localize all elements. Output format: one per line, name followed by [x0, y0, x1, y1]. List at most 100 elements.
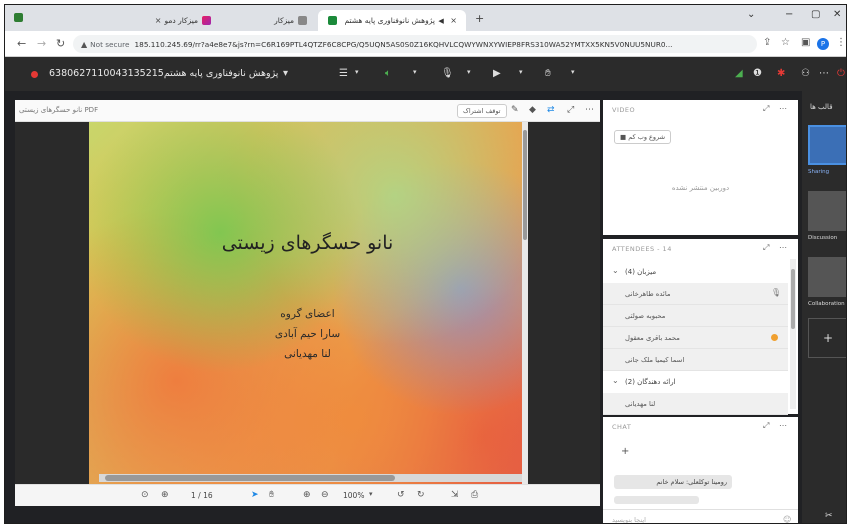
video-pod: VIDEO ⤢ ⋯ شروع وب کم ■ دوربین منتشر نشده [603, 100, 798, 235]
attendees-title: ATTENDEES - 14 [612, 245, 672, 253]
scrollbar-thumb[interactable] [791, 269, 795, 329]
chat-menu-icon[interactable]: ⋯ [779, 421, 788, 430]
profile-avatar[interactable]: P [817, 38, 829, 50]
tab-active-session[interactable]: پژوهش نانوفناوری پایه هشتم ◀ × [318, 10, 466, 31]
attendee-row[interactable]: اسما کیمیا ملک جانی [603, 349, 788, 371]
attendee-name: لنا مهدیانی [625, 400, 656, 408]
list-dropdown-icon[interactable]: ▾ [355, 68, 359, 76]
notifications-icon[interactable]: ✱ [777, 68, 785, 79]
help-icon[interactable]: ❶ [753, 68, 762, 79]
attendee-row[interactable]: مائده طاهرخانی 🎙︎ [603, 283, 788, 305]
slide-viewport: نانو حسگرهای زیستی اعضای گروه سارا حیم آ… [15, 122, 600, 492]
tab-mizkar-demo[interactable]: × میزکار دمو [101, 10, 221, 31]
attendee-row[interactable]: محمد باقری معقول [603, 327, 788, 349]
attendee-row[interactable]: محبوبه صولتی [603, 305, 788, 327]
draw-icon[interactable]: ✎ [511, 105, 519, 115]
new-tab-icon[interactable]: + [475, 12, 484, 25]
fit-width-icon[interactable]: ⇲ [451, 490, 459, 500]
stop-share-button[interactable]: توقف اشتراک [457, 104, 507, 118]
forward-icon[interactable]: → [37, 37, 46, 50]
layout-discussion-thumb[interactable] [808, 191, 846, 231]
attendees-fullscreen-icon[interactable]: ⤢ [763, 243, 770, 253]
zoom-level[interactable]: 100% [343, 491, 364, 500]
group-presenters[interactable]: ⌄ ارائه دهندگان (2) [603, 373, 798, 391]
tab-close-icon[interactable]: × [450, 16, 457, 25]
chevron-down-icon[interactable]: ⌄ [612, 376, 619, 385]
video-header: VIDEO ⤢ ⋯ [603, 100, 798, 118]
tab-mizkar[interactable]: میزکار [221, 10, 317, 31]
group-hosts[interactable]: ⌄ میزبان (4) [603, 263, 798, 281]
emoji-icon[interactable]: ☺ [783, 515, 791, 523]
sync-icon[interactable]: ⇄ [547, 105, 555, 115]
minimize-icon[interactable]: − [785, 9, 793, 20]
video-fullscreen-icon[interactable]: ⤢ [763, 104, 770, 114]
chevron-down-icon[interactable]: ⌄ [612, 266, 619, 275]
start-webcam-button[interactable]: شروع وب کم ■ [614, 130, 672, 144]
camera-dropdown-icon[interactable]: ▾ [519, 68, 523, 76]
chat-input[interactable]: اینجا بنویسید ☺ [603, 509, 798, 523]
sidepanel-icon[interactable]: ▣ [801, 37, 810, 48]
chat-fullscreen-icon[interactable]: ⤢ [763, 421, 770, 431]
page-current[interactable]: 1 [191, 491, 196, 500]
list-icon[interactable]: ☰ [339, 68, 348, 79]
select-tool-icon[interactable]: ➤ [251, 490, 259, 500]
layout-collaboration-thumb[interactable] [808, 257, 846, 297]
document-title: PDF نانو حسگرهای زیستی [19, 106, 98, 114]
browser-menu-icon[interactable]: ⋮ [836, 37, 846, 48]
mic-dropdown-icon[interactable]: ▾ [467, 68, 471, 76]
speaker-dropdown-icon[interactable]: ▾ [413, 68, 417, 76]
vertical-scrollbar[interactable] [522, 122, 528, 484]
rotate-left-icon[interactable]: ↺ [397, 490, 405, 500]
maximize-icon[interactable]: ▢ [811, 9, 820, 20]
speaker-icon[interactable]: 🔈︎ [385, 68, 391, 79]
attendee-row[interactable]: لنا مهدیانی [603, 393, 788, 415]
share-icon[interactable]: ⇪ [763, 37, 771, 48]
raise-hand-icon[interactable]: ✋︎ [545, 68, 551, 79]
room-dropdown-icon[interactable]: ▾ [283, 68, 288, 79]
chat-header: CHAT ⤢ ⋯ [603, 417, 798, 435]
webcam-label: شروع وب کم [628, 133, 666, 141]
zoom-dropdown-icon[interactable]: ▾ [369, 490, 373, 498]
leave-icon[interactable]: ⏻ [837, 68, 845, 79]
tab-search-icon[interactable] [14, 13, 23, 22]
horizontal-scrollbar[interactable] [99, 474, 522, 482]
record-indicator-icon[interactable] [31, 71, 38, 78]
attendees-scrollbar[interactable] [790, 259, 796, 409]
url-field[interactable]: ▲ Not secure 185.110.245.69/rr?a4e8e7&js… [73, 35, 757, 53]
hand-dropdown-icon[interactable]: ▾ [571, 68, 575, 76]
pan-tool-icon[interactable]: ✋︎ [269, 490, 274, 500]
camera-icon[interactable]: ▶ [493, 68, 501, 79]
scrollbar-thumb[interactable] [105, 475, 395, 481]
scrollbar-thumb[interactable] [523, 130, 527, 240]
tab-list-icon[interactable]: ⌄ [747, 9, 755, 20]
tab-strip: × میزکار دمو میزکار پژوهش نانوفناوری پای… [5, 5, 846, 31]
group-label: ارائه دهندگان (2) [625, 378, 676, 386]
pod-menu-icon[interactable]: ⋯ [585, 105, 594, 115]
tab-close-icon[interactable]: × [155, 16, 162, 25]
new-chat-icon[interactable]: + [621, 446, 629, 457]
people-icon[interactable]: ⚇ [801, 68, 810, 79]
connection-signal-icon[interactable]: ◢ [735, 68, 743, 79]
next-page-icon[interactable]: ⊕ [161, 490, 169, 500]
fullscreen-icon[interactable]: ⤢ [567, 105, 574, 115]
reload-icon[interactable]: ↻ [56, 37, 65, 50]
zoom-out-icon[interactable]: ⊖ [321, 490, 329, 500]
tools-icon[interactable]: ✂ [825, 511, 833, 521]
no-camera-text: دوربین منتشر نشده [671, 184, 730, 192]
pointer-icon[interactable]: ◆ [529, 105, 536, 115]
microphone-icon[interactable]: 🎙︎ [441, 68, 454, 79]
video-menu-icon[interactable]: ⋯ [779, 104, 788, 113]
back-icon[interactable]: ← [17, 37, 26, 50]
add-layout-button[interactable]: + [808, 318, 846, 358]
zoom-in-icon[interactable]: ⊕ [303, 490, 311, 500]
bookmark-star-icon[interactable]: ☆ [781, 37, 790, 48]
prev-page-icon[interactable]: ⊙ [141, 490, 149, 500]
attendees-menu-icon[interactable]: ⋯ [779, 243, 788, 252]
not-secure-icon: ▲ [81, 39, 88, 49]
more-icon[interactable]: ⋯ [819, 68, 829, 79]
rotate-right-icon[interactable]: ↻ [417, 490, 425, 500]
layout-sharing-thumb[interactable] [808, 125, 846, 165]
close-window-icon[interactable]: ✕ [833, 9, 841, 20]
download-icon[interactable]: ⎙ [471, 490, 478, 500]
tab-audio-icon[interactable]: ◀ [438, 17, 443, 25]
